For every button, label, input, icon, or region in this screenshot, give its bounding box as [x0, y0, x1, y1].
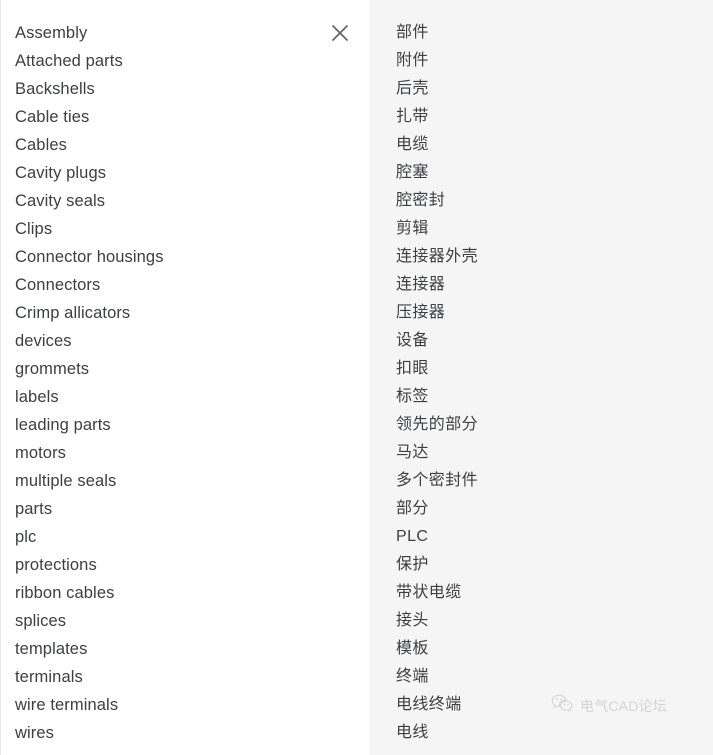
list-item[interactable]: leading parts — [15, 411, 370, 439]
list-item[interactable]: 腔密封 — [396, 187, 713, 215]
list-item[interactable]: Backshells — [15, 75, 370, 103]
list-item[interactable]: 部件 — [396, 19, 713, 47]
list-item[interactable]: Cavity seals — [15, 187, 370, 215]
list-item[interactable]: Cable ties — [15, 103, 370, 131]
list-item[interactable]: templates — [15, 635, 370, 663]
list-item[interactable]: labels — [15, 383, 370, 411]
list-item[interactable]: 电线终端 — [396, 691, 713, 719]
list-item[interactable]: 腔塞 — [396, 159, 713, 187]
list-item[interactable]: multiple seals — [15, 467, 370, 495]
list-item[interactable]: Attached parts — [15, 47, 370, 75]
list-item[interactable]: 多个密封件 — [396, 467, 713, 495]
source-terms-panel: Assembly Attached parts Backshells Cable ti… — [0, 0, 370, 755]
list-item[interactable]: plc — [15, 523, 370, 551]
list-item[interactable]: Connector housings — [15, 243, 370, 271]
list-item[interactable]: 连接器外壳 — [396, 243, 713, 271]
list-item[interactable]: 扣眼 — [396, 355, 713, 383]
list-item[interactable]: 附件 — [396, 47, 713, 75]
list-item[interactable]: terminals — [15, 663, 370, 691]
list-item[interactable]: grommets — [15, 355, 370, 383]
list-item[interactable]: 电缆 — [396, 131, 713, 159]
list-item[interactable]: 后壳 — [396, 75, 713, 103]
list-item[interactable]: Assembly — [15, 19, 370, 47]
list-item[interactable]: wire terminals — [15, 691, 370, 719]
list-item[interactable]: protections — [15, 551, 370, 579]
translated-terms-list: 部件 附件 后壳 扎带 电缆 腔塞 腔密封 剪辑 连接器外壳 连接器 压接器 设备 扣眼 标签 领先的部分马… — [370, 0, 713, 747]
list-item[interactable]: Clips — [15, 215, 370, 243]
list-item[interactable]: 带状电缆 — [396, 579, 713, 607]
translated-terms-panel: 部件 附件 后壳 扎带 电缆 腔塞 腔密封 剪辑 连接器外壳 连接器 压接器 设备 扣眼 标签 领先的部分马… — [370, 0, 713, 755]
list-item[interactable]: 保护 — [396, 551, 713, 579]
list-item[interactable]: 标签 — [396, 383, 713, 411]
list-item[interactable]: 剪辑 — [396, 215, 713, 243]
list-item[interactable]: 扎带 — [396, 103, 713, 131]
list-item[interactable]: 设备 — [396, 327, 713, 355]
list-item[interactable]: splices — [15, 607, 370, 635]
list-item[interactable]: 模板 — [396, 635, 713, 663]
list-item[interactable]: Crimp allicators — [15, 299, 370, 327]
close-icon — [331, 24, 349, 42]
list-item[interactable]: 接头 — [396, 607, 713, 635]
list-item[interactable]: devices — [15, 327, 370, 355]
list-item[interactable]: PLC — [396, 523, 713, 551]
list-item[interactable]: 压接器 — [396, 299, 713, 327]
list-item[interactable]: 部分 — [396, 495, 713, 523]
list-item[interactable]: 连接器 — [396, 271, 713, 299]
list-item[interactable]: 领先的部分 — [396, 411, 713, 439]
list-item[interactable]: motors — [15, 439, 370, 467]
list-item[interactable]: 马达 — [396, 439, 713, 467]
source-terms-list: Assembly Attached parts Backshells Cable ti… — [1, 0, 370, 747]
list-item[interactable]: 电线 — [396, 719, 713, 747]
translation-comparison-view: Assembly Attached parts Backshells Cable ti… — [0, 0, 713, 755]
list-item[interactable]: 终端 — [396, 663, 713, 691]
close-button[interactable] — [326, 19, 354, 47]
list-item[interactable]: Cavity plugs — [15, 159, 370, 187]
list-item[interactable]: ribbon cables — [15, 579, 370, 607]
list-item[interactable]: Connectors — [15, 271, 370, 299]
list-item[interactable]: Cables — [15, 131, 370, 159]
list-item[interactable]: parts — [15, 495, 370, 523]
list-item[interactable]: wires — [15, 719, 370, 747]
